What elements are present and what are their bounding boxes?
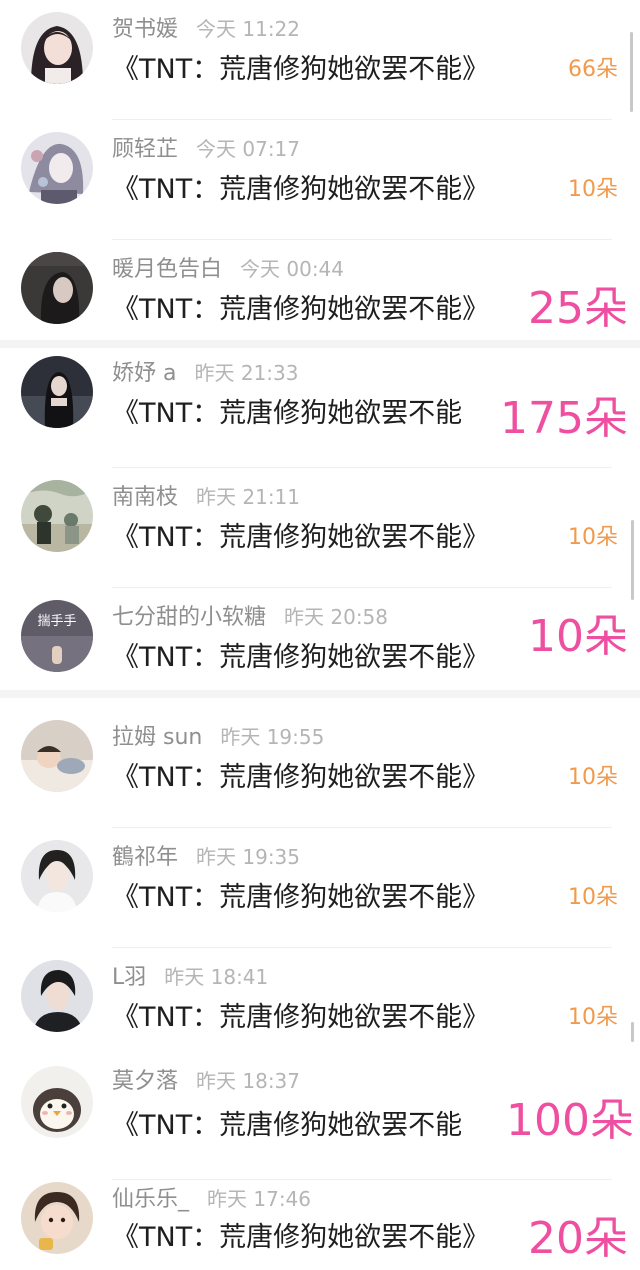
timestamp: 昨天 19:55 bbox=[220, 725, 325, 749]
comment-row[interactable]: 顾轻芷 今天 07:17 《TNT：荒唐修狗她欲罢不能》 10朵 bbox=[0, 120, 640, 240]
comment-meta: 仙乐乐_ 昨天 17:46 bbox=[112, 1184, 311, 1214]
comment-text: 《TNT：荒唐修狗她欲罢不能》 bbox=[112, 1002, 490, 1033]
avatar-baby-icon[interactable] bbox=[21, 1182, 93, 1254]
comment-row[interactable]: L羽 昨天 18:41 《TNT：荒唐修狗她欲罢不能》 10朵 bbox=[0, 948, 640, 1068]
timestamp: 昨天 17:46 bbox=[207, 1187, 312, 1211]
avatar-girl-portrait-icon[interactable] bbox=[21, 12, 93, 84]
comment-meta: 娇妤 a 昨天 21:33 bbox=[112, 358, 298, 388]
comment-row[interactable]: 拉姆 sun 昨天 19:55 《TNT：荒唐修狗她欲罢不能》 10朵 bbox=[0, 708, 640, 828]
comment-text: 《TNT：荒唐修狗她欲罢不能》 bbox=[112, 882, 490, 913]
username[interactable]: 贺书媛 bbox=[112, 17, 178, 42]
comment-meta: 莫夕落 昨天 18:37 bbox=[112, 1066, 300, 1096]
comment-row[interactable]: 贺书媛 今天 11:22 《TNT：荒唐修狗她欲罢不能》 66朵 bbox=[0, 0, 640, 120]
comment-meta: 贺书媛 今天 11:22 bbox=[112, 14, 300, 44]
gift-count: 10朵 bbox=[568, 525, 618, 550]
comment-row[interactable]: 揣手手 七分甜的小软糖 昨天 20:58 《TNT：荒唐修狗她欲罢不能》 10朵 bbox=[0, 588, 640, 708]
timestamp: 昨天 21:11 bbox=[196, 485, 301, 509]
avatar-boy-portrait-icon[interactable] bbox=[21, 960, 93, 1032]
comment-meta: 南南枝 昨天 21:11 bbox=[112, 482, 300, 512]
comment-text: 《TNT：荒唐修狗她欲罢不能》 bbox=[112, 762, 490, 793]
gift-count: 10朵 bbox=[568, 765, 618, 790]
comment-text: 《TNT：荒唐修狗她欲罢不能》 bbox=[112, 522, 490, 553]
username[interactable]: 南南枝 bbox=[112, 485, 178, 510]
comment-meta: 鶴祁年 昨天 19:35 bbox=[112, 842, 300, 872]
comment-meta: L羽 昨天 18:41 bbox=[112, 962, 268, 992]
comment-row[interactable]: 娇妤 a 昨天 21:33 《TNT：荒唐修狗她欲罢不能 175朵 bbox=[0, 348, 640, 468]
avatar-penguin-icon[interactable] bbox=[21, 1066, 93, 1138]
timestamp: 今天 07:17 bbox=[196, 137, 301, 161]
comment-meta: 拉姆 sun 昨天 19:55 bbox=[112, 722, 324, 752]
gift-count: 10朵 bbox=[568, 885, 618, 910]
comment-row[interactable]: 仙乐乐_ 昨天 17:46 《TNT：荒唐修狗她欲罢不能》 20朵 bbox=[0, 1170, 640, 1270]
timestamp: 昨天 21:33 bbox=[194, 361, 299, 385]
comment-row[interactable]: 南南枝 昨天 21:11 《TNT：荒唐修狗她欲罢不能》 10朵 bbox=[0, 468, 640, 588]
timestamp: 昨天 18:41 bbox=[164, 965, 269, 989]
gift-count: 175朵 bbox=[500, 393, 628, 444]
scrollbar[interactable] bbox=[631, 520, 634, 600]
gift-count: 10朵 bbox=[568, 177, 618, 202]
comment-text: 《TNT：荒唐修狗她欲罢不能 bbox=[112, 1110, 463, 1141]
timestamp: 今天 11:22 bbox=[196, 17, 301, 41]
username[interactable]: 莫夕落 bbox=[112, 1069, 178, 1094]
gift-count: 20朵 bbox=[528, 1213, 628, 1264]
scrollbar[interactable] bbox=[631, 1022, 634, 1042]
comment-row[interactable]: 莫夕落 昨天 18:37 《TNT：荒唐修狗她欲罢不能 100朵 bbox=[0, 1060, 640, 1180]
comment-text: 《TNT：荒唐修狗她欲罢不能》 bbox=[112, 54, 490, 85]
avatar-anime-boy-icon[interactable] bbox=[21, 132, 93, 204]
timestamp: 今天 00:44 bbox=[240, 257, 345, 281]
gift-count: 100朵 bbox=[506, 1095, 634, 1146]
username[interactable]: 拉姆 sun bbox=[112, 725, 202, 750]
comment-text: 《TNT：荒唐修狗她欲罢不能 bbox=[112, 398, 463, 429]
avatar-sleeping-child-icon[interactable] bbox=[21, 720, 93, 792]
timestamp: 昨天 20:58 bbox=[284, 605, 389, 629]
comment-text: 《TNT：荒唐修狗她欲罢不能》 bbox=[112, 294, 490, 325]
username[interactable]: L羽 bbox=[112, 965, 146, 990]
username[interactable]: 暖月色告白 bbox=[112, 257, 222, 282]
username[interactable]: 仙乐乐_ bbox=[112, 1187, 189, 1212]
username[interactable]: 娇妤 a bbox=[112, 361, 176, 386]
timestamp: 昨天 19:35 bbox=[196, 845, 301, 869]
avatar-caption: 揣手手 bbox=[37, 614, 77, 629]
comment-meta: 暖月色告白 今天 00:44 bbox=[112, 254, 344, 284]
timestamp: 昨天 18:37 bbox=[196, 1069, 301, 1093]
comment-meta: 七分甜的小软糖 昨天 20:58 bbox=[112, 602, 388, 632]
avatar-illustration-icon[interactable] bbox=[21, 480, 93, 552]
username[interactable]: 顾轻芷 bbox=[112, 137, 178, 162]
gift-count: 66朵 bbox=[568, 57, 618, 82]
gift-count: 10朵 bbox=[528, 611, 628, 662]
comment-text: 《TNT：荒唐修狗她欲罢不能》 bbox=[112, 642, 490, 673]
comment-meta: 顾轻芷 今天 07:17 bbox=[112, 134, 300, 164]
gift-count: 25朵 bbox=[528, 283, 628, 334]
comment-text: 《TNT：荒唐修狗她欲罢不能》 bbox=[112, 1222, 490, 1253]
comment-list-page: 贺书媛 今天 11:22 《TNT：荒唐修狗她欲罢不能》 66朵 顾轻芷 今天 07… bbox=[0, 0, 640, 1270]
avatar-girl-dark-icon[interactable] bbox=[21, 252, 93, 324]
gift-count: 10朵 bbox=[568, 1005, 618, 1030]
avatar-anime-boy-white-icon[interactable] bbox=[21, 840, 93, 912]
username[interactable]: 七分甜的小软糖 bbox=[112, 605, 266, 630]
comment-row[interactable]: 暖月色告白 今天 00:44 《TNT：荒唐修狗她欲罢不能》 25朵 bbox=[0, 240, 640, 360]
comment-row[interactable]: 鶴祁年 昨天 19:35 《TNT：荒唐修狗她欲罢不能》 10朵 bbox=[0, 828, 640, 948]
comment-text: 《TNT：荒唐修狗她欲罢不能》 bbox=[112, 174, 490, 205]
scrollbar[interactable] bbox=[630, 32, 633, 112]
avatar-girl-black-dress-icon[interactable] bbox=[21, 356, 93, 428]
username[interactable]: 鶴祁年 bbox=[112, 845, 178, 870]
avatar-hand-text-icon[interactable]: 揣手手 bbox=[21, 600, 93, 672]
